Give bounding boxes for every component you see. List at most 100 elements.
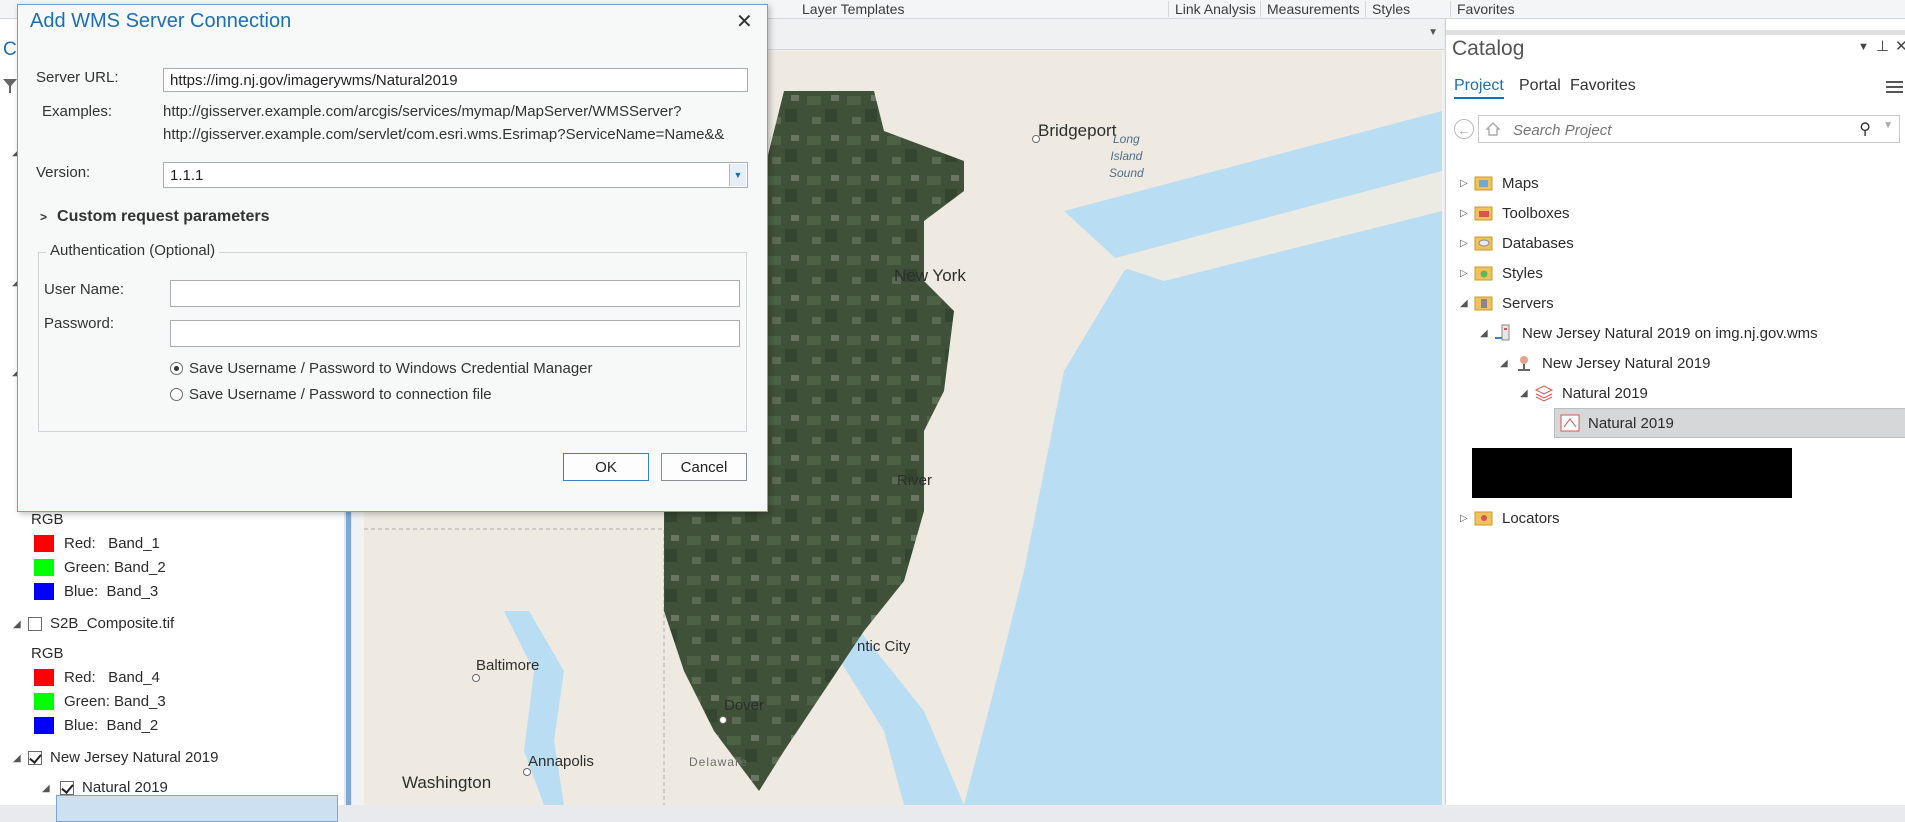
search-icon[interactable]: ⚲ — [1859, 119, 1871, 139]
radio-label: Save Username / Password to connection f… — [189, 386, 492, 403]
collapse-triangle-icon[interactable]: ◢ — [13, 619, 21, 630]
add-wms-server-dialog: Add WMS Server Connection ✕ Server URL: … — [17, 4, 768, 512]
dialog-title: Add WMS Server Connection — [30, 10, 292, 32]
catalog-item-locators[interactable]: ▷ Locators — [1460, 506, 1560, 530]
databases-folder-icon — [1474, 236, 1493, 251]
catalog-item-server-connection[interactable]: ◢ New Jersey Natural 2019 on img.nj.gov.… — [1480, 321, 1818, 345]
cancel-button[interactable]: Cancel — [661, 453, 747, 481]
close-icon[interactable]: ✕ — [1895, 37, 1905, 55]
map-label-dover: Dover — [724, 697, 765, 714]
username-input[interactable] — [170, 280, 740, 307]
version-value: 1.1.1 — [170, 167, 204, 184]
toolboxes-folder-icon — [1474, 206, 1493, 221]
catalog-item-toolboxes[interactable]: ▷ Toolboxes — [1460, 201, 1570, 225]
layer-row-natural-2019[interactable]: Natural 2019 — [60, 779, 168, 796]
pane-options-icon[interactable]: ▼ — [1858, 41, 1869, 53]
password-label: Password: — [44, 315, 115, 332]
hamburger-menu-icon[interactable] — [1886, 81, 1903, 96]
catalog-item-group-layer[interactable]: ◢ Natural 2019 — [1520, 381, 1648, 405]
legend-label: Blue: Band_3 — [64, 583, 159, 600]
layer-visibility-checkbox[interactable] — [28, 616, 42, 631]
catalog-item-databases[interactable]: ▷ Databases — [1460, 231, 1574, 255]
radio-label: Save Username / Password to Windows Cred… — [189, 360, 593, 377]
search-input[interactable] — [1511, 119, 1855, 141]
city-dot — [472, 674, 480, 682]
catalog-item-maps[interactable]: ▷ Maps — [1460, 171, 1539, 195]
layer-name: Natural 2019 — [82, 779, 168, 796]
collapse-triangle-icon[interactable]: ◢ — [1500, 358, 1514, 369]
catalog-item-service[interactable]: ◢ New Jersey Natural 2019 — [1500, 351, 1710, 375]
red-swatch — [34, 669, 54, 686]
chevron-down-icon[interactable]: ▼ — [1883, 120, 1893, 131]
back-arrow-icon[interactable]: ← — [1454, 119, 1474, 139]
radio-button[interactable] — [170, 362, 183, 375]
catalog-search: ⚲ ▼ — [1478, 115, 1900, 143]
radio-button[interactable] — [170, 388, 183, 401]
version-select[interactable]: 1.1.1 ▼ — [163, 162, 748, 188]
collapse-triangle-icon[interactable]: ◢ — [1480, 328, 1494, 339]
ribbon-tab-styles[interactable]: Styles — [1365, 1, 1416, 17]
catalog-item-label: New Jersey Natural 2019 — [1542, 354, 1711, 372]
catalog-item-styles[interactable]: ▷ Styles — [1460, 261, 1543, 285]
ribbon-tab-measurements[interactable]: Measurements — [1260, 1, 1366, 17]
pin-icon[interactable]: ⊥ — [1876, 37, 1889, 55]
layer-row-s2b[interactable]: S2B_Composite.tif — [28, 615, 174, 632]
map-label-atlantic-city: ntic City — [857, 638, 911, 655]
ok-button[interactable]: OK — [563, 453, 649, 481]
layer-visibility-checkbox[interactable] — [60, 780, 74, 795]
city-dot — [523, 768, 531, 776]
collapse-triangle-icon[interactable]: ◢ — [13, 753, 21, 764]
legend-label: Blue: Band_2 — [64, 717, 159, 734]
tab-project[interactable]: Project — [1454, 77, 1504, 99]
collapse-triangle-icon[interactable]: ◢ — [42, 783, 50, 794]
expand-triangle-icon[interactable]: ▷ — [1460, 268, 1474, 279]
expand-triangle-icon[interactable]: ▷ — [1460, 238, 1474, 249]
selected-layer-row[interactable] — [56, 795, 338, 822]
filter-icon[interactable] — [2, 77, 18, 95]
password-input[interactable] — [170, 320, 740, 347]
radio-credential-manager[interactable]: Save Username / Password to Windows Cred… — [170, 360, 593, 377]
server-url-input[interactable] — [163, 68, 748, 92]
collapse-triangle-icon[interactable]: ◢ — [1520, 388, 1534, 399]
ribbon-tab-favorites[interactable]: Favorites — [1450, 1, 1521, 17]
layer-visibility-checkbox[interactable] — [28, 750, 42, 765]
map-label-river: River — [897, 472, 933, 489]
chevron-down-icon[interactable]: ▼ — [729, 164, 746, 186]
redacted-region — [1472, 448, 1792, 498]
server-url-label: Server URL: — [36, 69, 119, 86]
ribbon-tab-link-analysis[interactable]: Link Analysis — [1168, 1, 1262, 17]
example-url-1: http://gisserver.example.com/arcgis/serv… — [163, 103, 682, 120]
username-label: User Name: — [44, 281, 125, 298]
legend-item-red: Red: Band_4 — [34, 669, 160, 686]
layer-row-nj-natural-2019[interactable]: New Jersey Natural 2019 — [28, 749, 218, 766]
collapse-triangle-icon[interactable]: ◢ — [1460, 298, 1474, 309]
catalog-item-label: Maps — [1502, 174, 1539, 192]
green-swatch — [34, 693, 54, 710]
home-icon[interactable] — [1485, 121, 1501, 137]
ribbon-tab-layer-templates[interactable]: Layer Templates — [796, 1, 910, 17]
catalog-item-layer[interactable]: Natural 2019 — [1560, 411, 1674, 435]
legend-item-blue: Blue: Band_3 — [34, 583, 158, 600]
catalog-item-label: Styles — [1502, 264, 1543, 282]
catalog-item-label: New Jersey Natural 2019 on img.nj.gov.wm… — [1522, 324, 1818, 342]
tab-favorites[interactable]: Favorites — [1570, 77, 1636, 95]
blue-swatch — [34, 583, 54, 600]
expand-triangle-icon[interactable]: ▷ — [1460, 513, 1474, 524]
radio-connection-file[interactable]: Save Username / Password to connection f… — [170, 386, 492, 403]
catalog-item-label: Natural 2019 — [1562, 384, 1648, 402]
catalog-item-label: Natural 2019 — [1588, 414, 1674, 432]
custom-request-parameters-label: Custom request parameters — [57, 208, 270, 225]
tab-portal[interactable]: Portal — [1519, 77, 1561, 95]
close-icon[interactable]: ✕ — [736, 9, 753, 34]
expand-triangle-icon[interactable]: ▷ — [1460, 208, 1474, 219]
expand-triangle-icon[interactable]: ▷ — [1460, 178, 1474, 189]
custom-request-parameters-expander[interactable]: > Custom request parameters — [40, 208, 270, 226]
red-swatch — [34, 535, 54, 552]
catalog-item-servers[interactable]: ◢ Servers — [1460, 291, 1554, 315]
legend-heading: RGB — [31, 511, 64, 528]
city-dot — [719, 716, 727, 724]
legend-item-red: Red: Band_1 — [34, 535, 160, 552]
wms-server-icon — [1495, 324, 1510, 341]
layer-icon — [1560, 414, 1580, 432]
tab-overflow-icon[interactable]: ▼ — [1428, 27, 1438, 38]
